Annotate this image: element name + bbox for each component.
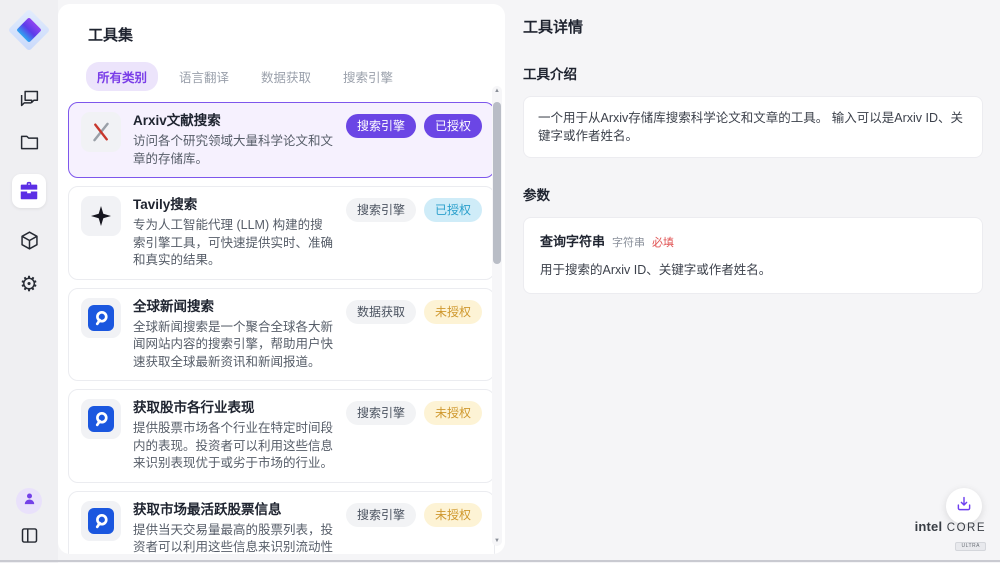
sidebar-item-settings[interactable]: ⚙ bbox=[17, 272, 41, 296]
auth-badge[interactable]: 已授权 bbox=[424, 198, 482, 222]
tool-card-tavily[interactable]: Tavily搜索 专为人工智能代理 (LLM) 构建的搜索引擎工具，可快速提供实… bbox=[68, 186, 495, 280]
scroll-down-arrow[interactable]: ▼ bbox=[492, 538, 502, 544]
folder-icon bbox=[19, 132, 40, 153]
category-badge[interactable]: 数据获取 bbox=[346, 300, 416, 324]
tool-card-global-news[interactable]: 全球新闻搜索 全球新闻搜索是一个聚合全球各大新闻网站内容的搜索引擎，帮助用户快速… bbox=[68, 288, 495, 382]
tool-desc: 提供股票市场各个行业在特定时间段内的表现。投资者可以利用这些信息来识别表现优于或… bbox=[133, 420, 334, 473]
briefcase-icon bbox=[18, 180, 40, 202]
ultra-badge: Ultra bbox=[955, 542, 986, 551]
category-badge[interactable]: 搜索引擎 bbox=[346, 114, 416, 138]
tool-name: 获取市场最活跃股票信息 bbox=[133, 501, 334, 519]
sidebar-item-packages[interactable] bbox=[17, 228, 41, 252]
param-type: 字符串 bbox=[612, 234, 645, 250]
tavily-icon bbox=[81, 196, 121, 236]
download-icon bbox=[955, 495, 973, 518]
stock-search-icon bbox=[81, 501, 121, 541]
tool-desc: 专为人工智能代理 (LLM) 构建的搜索引擎工具，可快速提供实时、准确和真实的结… bbox=[133, 217, 334, 270]
tool-desc: 全球新闻搜索是一个聚合全球各大新闻网站内容的搜索引擎，帮助用户快速获取全球最新资… bbox=[133, 319, 334, 372]
category-badge[interactable]: 搜索引擎 bbox=[346, 401, 416, 425]
chat-icon bbox=[19, 88, 40, 109]
tab-translation[interactable]: 语言翻译 bbox=[168, 62, 240, 91]
intel-brand-text: intel bbox=[915, 519, 943, 534]
tool-name: Arxiv文献搜索 bbox=[133, 112, 334, 130]
tool-name: 全球新闻搜索 bbox=[133, 298, 334, 316]
tool-desc: 访问各个研究领域大量科学论文和文章的存储库。 bbox=[133, 133, 334, 168]
user-icon bbox=[22, 491, 37, 511]
arxiv-icon bbox=[81, 112, 121, 152]
params-heading: 参数 bbox=[523, 184, 982, 204]
auth-badge[interactable]: 未授权 bbox=[424, 300, 482, 324]
tab-all-categories[interactable]: 所有类别 bbox=[86, 62, 158, 91]
stock-search-icon bbox=[81, 399, 121, 439]
toolset-panel: 工具集 所有类别 语言翻译 数据获取 搜索引擎 Arxiv文献搜索 访问各个研究… bbox=[58, 4, 505, 554]
sidebar-nav: ⚙ bbox=[12, 86, 46, 296]
tab-data-fetch[interactable]: 数据获取 bbox=[250, 62, 322, 91]
category-badge[interactable]: 搜索引擎 bbox=[346, 503, 416, 527]
category-tabs: 所有类别 语言翻译 数据获取 搜索引擎 bbox=[86, 62, 505, 91]
param-name: 查询字符串 bbox=[540, 231, 605, 250]
tool-name: 获取股市各行业表现 bbox=[133, 399, 334, 417]
core-brand-text: core bbox=[947, 522, 986, 534]
intro-card: 一个用于从Arxiv存储库搜索科学论文和文章的工具。 输入可以是Arxiv ID… bbox=[523, 96, 983, 158]
auth-badge[interactable]: 未授权 bbox=[424, 401, 482, 425]
tool-card-arxiv[interactable]: Arxiv文献搜索 访问各个研究领域大量科学论文和文章的存储库。 搜索引擎 已授… bbox=[68, 102, 495, 178]
intro-heading: 工具介绍 bbox=[523, 63, 982, 83]
tool-list-scrollbar[interactable]: ▲ ▼ bbox=[492, 86, 502, 546]
param-required-flag: 必填 bbox=[652, 234, 674, 250]
auth-badge[interactable]: 未授权 bbox=[424, 503, 482, 527]
toolset-title: 工具集 bbox=[88, 24, 505, 45]
user-avatar[interactable] bbox=[16, 488, 42, 514]
tool-card-active-stocks[interactable]: 获取市场最活跃股票信息 提供当天交易量最高的股票列表，投资者可以利用这些信息来识… bbox=[68, 491, 495, 555]
sidebar-bottom bbox=[16, 488, 42, 547]
param-card: 查询字符串 字符串 必填 用于搜索的Arxiv ID、关键字或作者姓名。 bbox=[523, 217, 983, 294]
tab-search-engine[interactable]: 搜索引擎 bbox=[332, 62, 404, 91]
tool-details-panel: 工具详情 工具介绍 一个用于从Arxiv存储库搜索科学论文和文章的工具。 输入可… bbox=[505, 0, 1000, 563]
scroll-up-arrow[interactable]: ▲ bbox=[492, 88, 502, 94]
param-desc: 用于搜索的Arxiv ID、关键字或作者姓名。 bbox=[540, 259, 966, 278]
sidebar-item-files[interactable] bbox=[17, 130, 41, 154]
intel-core-logo: intel core Ultra bbox=[915, 519, 986, 551]
news-search-icon bbox=[81, 298, 121, 338]
panel-toggle-icon bbox=[19, 525, 40, 546]
tool-list: Arxiv文献搜索 访问各个研究领域大量科学论文和文章的存储库。 搜索引擎 已授… bbox=[68, 102, 495, 554]
cube-icon bbox=[19, 230, 40, 251]
category-badge[interactable]: 搜索引擎 bbox=[346, 198, 416, 222]
panel-toggle-button[interactable] bbox=[17, 523, 41, 547]
gear-icon: ⚙ bbox=[20, 274, 39, 295]
sidebar: ⚙ bbox=[0, 0, 58, 563]
sidebar-item-chat[interactable] bbox=[17, 86, 41, 110]
sidebar-item-toolbox[interactable] bbox=[12, 174, 46, 208]
tool-desc: 提供当天交易量最高的股票列表，投资者可以利用这些信息来识别流动性强的股票和潜在的… bbox=[133, 522, 334, 555]
app-logo bbox=[9, 10, 49, 50]
scrollbar-thumb[interactable] bbox=[493, 102, 501, 264]
tool-name: Tavily搜索 bbox=[133, 196, 334, 214]
window-bottom-border bbox=[0, 560, 1000, 562]
intro-text: 一个用于从Arxiv存储库搜索科学论文和文章的工具。 输入可以是Arxiv ID… bbox=[538, 111, 963, 143]
tool-card-sector-performance[interactable]: 获取股市各行业表现 提供股票市场各个行业在特定时间段内的表现。投资者可以利用这些… bbox=[68, 389, 495, 483]
details-title: 工具详情 bbox=[523, 16, 982, 37]
auth-badge[interactable]: 已授权 bbox=[424, 114, 482, 138]
